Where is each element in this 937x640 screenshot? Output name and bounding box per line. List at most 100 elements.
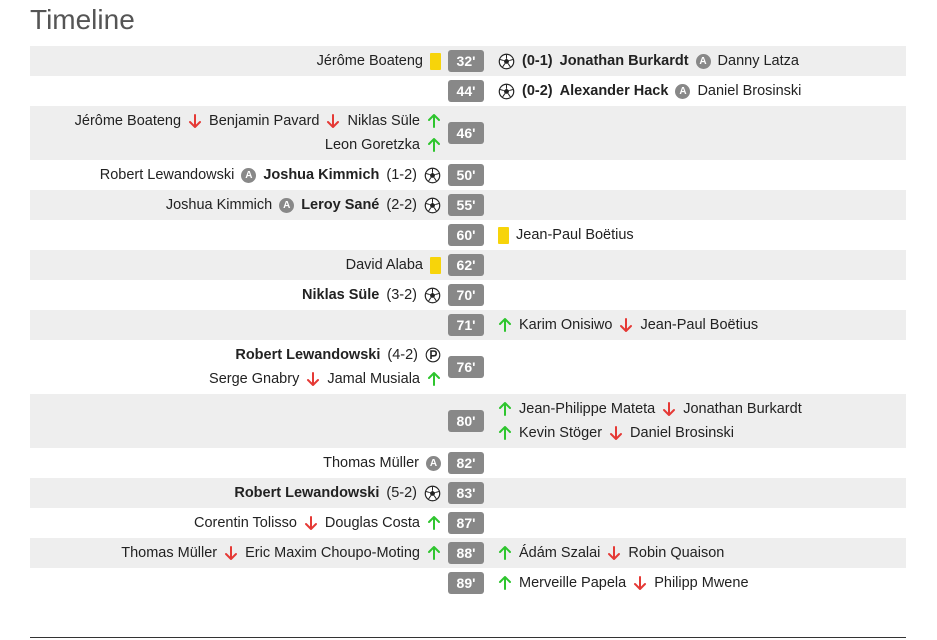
sub-in-icon	[499, 426, 511, 440]
penalty-icon	[425, 347, 441, 363]
player-name: Jérôme Boateng	[74, 113, 182, 129]
player-name: David Alaba	[345, 257, 423, 273]
page-title: Timeline	[30, 4, 135, 35]
event-line: Serge Gnabry Jamal Musiala	[30, 367, 441, 391]
score-text: (5-2)	[386, 485, 417, 501]
timeline-row: Thomas Müller A 82'	[30, 448, 906, 478]
timeline-row: Jérôme Boateng Benjamin Pavard Niklas Süle…	[30, 106, 906, 160]
event-line: Thomas Müller Eric Maxim Choupo-Moting	[30, 541, 441, 565]
away-events: (0-2) Alexander Hack A Daniel Brosinski	[498, 79, 898, 103]
away-events: Ádám Szalai Robin Quaison	[498, 541, 898, 565]
home-events: Robert Lewandowski (5-2)	[30, 481, 441, 505]
score-text: (2-2)	[386, 197, 417, 213]
assist-icon: A	[279, 197, 295, 213]
minute-badge: 60'	[448, 224, 484, 246]
score-text: (0-1)	[522, 53, 553, 69]
player-name: Merveille Papela	[519, 575, 627, 591]
sub-in-icon	[499, 546, 511, 560]
player-name: Robert Lewandowski	[99, 167, 235, 183]
player-name: Alexander Hack	[559, 83, 669, 99]
yellow-card-icon	[498, 226, 509, 244]
event-line: Jérôme Boateng Benjamin Pavard Niklas Süle	[30, 109, 441, 133]
home-events: Niklas Süle (3-2)	[30, 283, 441, 307]
sub-out-icon	[610, 426, 623, 440]
player-name: Joshua Kimmich	[165, 197, 273, 213]
minute-badge: 87'	[448, 512, 484, 534]
home-events: Thomas Müller Eric Maxim Choupo-Moting	[30, 541, 441, 565]
player-name: Benjamin Pavard	[209, 113, 320, 129]
home-events: Thomas Müller A	[30, 451, 441, 475]
goal-icon	[424, 197, 441, 213]
player-name: Corentin Tolisso	[193, 515, 297, 531]
assist-icon: A	[675, 83, 691, 99]
home-events: Robert Lewandowski (4-2) Serge Gnabry Jamal…	[30, 343, 441, 391]
score-text: (0-2)	[522, 83, 553, 99]
sub-out-icon	[189, 114, 202, 128]
player-name: Robert Lewandowski	[234, 485, 380, 501]
sub-in-icon	[499, 576, 511, 590]
timeline-row: 80' Jean-Philippe Mateta Jonathan Burkardt…	[30, 394, 906, 448]
timeline-row: Jérôme Boateng 32' (0-1) Jonathan Burkardt A…	[30, 46, 906, 76]
event-line: Niklas Süle (3-2)	[30, 283, 441, 307]
player-name: Serge Gnabry	[209, 371, 300, 387]
timeline-row: David Alaba 62'	[30, 250, 906, 280]
event-line: David Alaba	[30, 253, 441, 277]
away-events: Karim Onisiwo Jean-Paul Boëtius	[498, 313, 898, 337]
minute-badge: 76'	[448, 356, 484, 378]
event-line: Jean-Philippe Mateta Jonathan Burkardt	[498, 397, 898, 421]
player-name: Jean-Paul Boëtius	[516, 227, 634, 243]
score-text: (4-2)	[387, 347, 418, 363]
minute-badge: 62'	[448, 254, 484, 276]
timeline-row: 60' Jean-Paul Boëtius	[30, 220, 906, 250]
event-line: Robert Lewandowski A Joshua Kimmich (1-2)	[30, 163, 441, 187]
event-line: (0-1) Jonathan Burkardt A Danny Latza	[498, 49, 898, 73]
home-events: Corentin Tolisso Douglas Costa	[30, 511, 441, 535]
away-events: Jean-Philippe Mateta Jonathan Burkardt Kev…	[498, 397, 898, 445]
player-name: Thomas Müller	[121, 545, 218, 561]
player-name: Niklas Süle	[302, 287, 380, 303]
timeline-row: 44' (0-2) Alexander Hack A Daniel Brosinski	[30, 76, 906, 106]
minute-badge: 88'	[448, 542, 484, 564]
player-name: Thomas Müller	[323, 455, 419, 471]
home-events: Jérôme Boateng	[30, 49, 441, 73]
minute-badge: 70'	[448, 284, 484, 306]
event-line: Robert Lewandowski (5-2)	[30, 481, 441, 505]
player-name: Jamal Musiala	[327, 371, 420, 387]
timeline-row: 71' Karim Onisiwo Jean-Paul Boëtius	[30, 310, 906, 340]
minute-badge: 83'	[448, 482, 484, 504]
player-name: Jonathan Burkardt	[683, 401, 802, 417]
goal-icon	[498, 53, 515, 69]
minute-badge: 55'	[448, 194, 484, 216]
timeline-row: Robert Lewandowski (4-2) Serge Gnabry Jamal…	[30, 340, 906, 394]
event-line: Corentin Tolisso Douglas Costa	[30, 511, 441, 535]
player-name: Danny Latza	[717, 53, 799, 69]
assist-icon: A	[241, 167, 257, 183]
assist-icon: A	[695, 53, 711, 69]
player-name: Jonathan Burkardt	[559, 53, 689, 69]
goal-icon	[424, 485, 441, 501]
timeline-row: Joshua Kimmich A Leroy Sané (2-2) 55'	[30, 190, 906, 220]
home-events: Robert Lewandowski A Joshua Kimmich (1-2)	[30, 163, 441, 187]
event-line: Kevin Stöger Daniel Brosinski	[498, 421, 898, 445]
score-text: (3-2)	[386, 287, 417, 303]
goal-icon	[424, 287, 441, 303]
away-events: (0-1) Jonathan Burkardt A Danny Latza	[498, 49, 898, 73]
player-name: Jean-Paul Boëtius	[640, 317, 759, 333]
event-line: Merveille Papela Philipp Mwene	[498, 571, 898, 595]
player-name: Joshua Kimmich	[263, 167, 380, 183]
sub-in-icon	[428, 546, 440, 560]
event-line: (0-2) Alexander Hack A Daniel Brosinski	[498, 79, 898, 103]
player-name: Daniel Brosinski	[630, 425, 734, 441]
event-line: Karim Onisiwo Jean-Paul Boëtius	[498, 313, 898, 337]
player-name: Daniel Brosinski	[697, 83, 802, 99]
away-events: Jean-Paul Boëtius	[498, 223, 898, 247]
sub-out-icon	[634, 576, 647, 590]
player-name: Leroy Sané	[301, 197, 380, 213]
player-name: Niklas Süle	[347, 113, 420, 129]
event-line: Jérôme Boateng	[30, 49, 441, 73]
event-line: Leon Goretzka	[30, 133, 441, 157]
timeline-row: Corentin Tolisso Douglas Costa 87'	[30, 508, 906, 538]
player-name: Leon Goretzka	[324, 137, 420, 153]
minute-badge: 50'	[448, 164, 484, 186]
event-line: Robert Lewandowski (4-2)	[30, 343, 441, 367]
